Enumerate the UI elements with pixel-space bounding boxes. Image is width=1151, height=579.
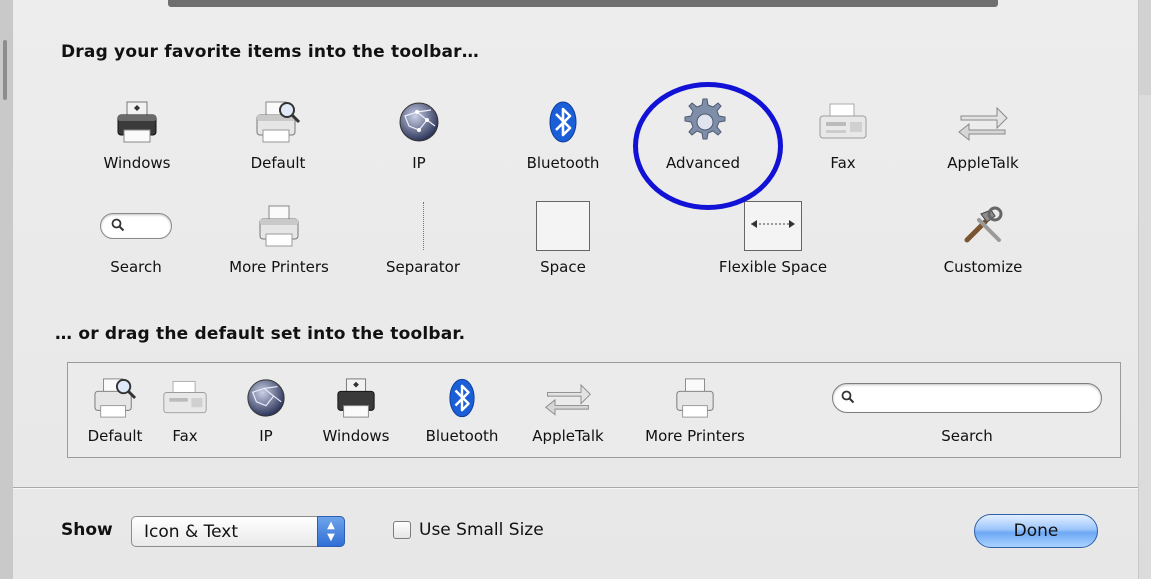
search-field-icon [100,196,172,256]
palette-item-windows[interactable]: Windows [91,92,183,172]
palette-item-label: Separator [385,258,461,276]
search-field-icon [832,373,1102,423]
highlight-circle [633,82,783,210]
default-set-label: Fax [172,427,198,445]
use-small-size-label: Use Small Size [419,520,544,540]
palette-item-fax[interactable]: Fax [808,92,878,172]
default-set-label: AppleTalk [532,427,604,445]
default-set-item-search: Search [832,373,1102,445]
printer-icon [257,196,301,256]
ip-globe-icon [397,92,441,152]
sheet-attachment-bar [168,0,998,7]
default-set-item-default: Default [82,373,148,445]
default-set-item-bluetooth: Bluetooth [414,373,510,445]
palette-item-label: Bluetooth [526,154,600,172]
palette-item-label: Fax [830,154,856,172]
windows-printer-icon [335,373,377,423]
use-small-size-checkbox[interactable] [393,521,411,539]
default-set-item-more-printers: More Printers [630,373,760,445]
palette-item-label: Space [540,258,586,276]
done-button[interactable]: Done [974,514,1098,548]
palette-item-bluetooth[interactable]: Bluetooth [513,92,613,172]
default-printer-icon [254,92,302,152]
default-set-label: Default [87,427,143,445]
tools-icon [961,196,1005,256]
default-set-item-appletalk: AppleTalk [520,373,616,445]
fax-icon [162,373,208,423]
palette-item-appletalk[interactable]: AppleTalk [928,92,1038,172]
default-set-item-ip: IP [240,373,292,445]
appletalk-icon [542,373,594,423]
fax-icon [818,92,868,152]
default-set-label: Search [941,427,993,445]
flexible-space-icon [744,196,802,256]
show-popup-button[interactable]: Icon & Text ▲ ▼ [131,516,345,547]
palette-item-label: AppleTalk [947,154,1019,172]
palette-item-label: Search [110,258,162,276]
printer-icon [674,373,716,423]
palette-heading: Drag your favorite items into the toolba… [61,42,479,62]
windows-printer-icon [115,92,159,152]
palette-item-default[interactable]: Default [233,92,323,172]
palette-item-ip[interactable]: IP [389,92,449,172]
default-toolbar-set[interactable]: Default Fax IP Windows Bluetooth AppleTa… [67,362,1121,458]
appletalk-icon [955,92,1011,152]
palette-item-label: Default [250,154,306,172]
magnifier-icon [841,390,855,404]
palette-item-label: Flexible Space [718,258,828,276]
default-set-item-fax: Fax [162,373,208,445]
palette-item-customize[interactable]: Customize [933,196,1033,276]
show-label: Show [61,520,113,540]
space-icon [536,196,590,256]
default-printer-icon [92,373,138,423]
ip-globe-icon [245,373,287,423]
default-set-label: IP [259,427,273,445]
magnifier-icon [111,218,125,232]
default-set-heading: … or drag the default set into the toolb… [55,324,466,344]
palette-item-more-printers[interactable]: More Printers [215,196,343,276]
use-small-size-control[interactable]: Use Small Size [393,520,544,540]
show-popup-value: Icon & Text [144,522,238,542]
palette-item-label: Windows [103,154,171,172]
customize-toolbar-sheet: Drag your favorite items into the toolba… [12,0,1139,579]
popup-arrows-icon: ▲ ▼ [317,516,345,547]
separator-icon [422,196,424,256]
palette-item-space[interactable]: Space [523,196,603,276]
bluetooth-icon [448,373,476,423]
palette-item-separator[interactable]: Separator [373,196,473,276]
default-set-label: Windows [322,427,390,445]
palette-item-search[interactable]: Search [100,196,172,276]
palette-item-label: IP [412,154,426,172]
palette-item-label: Customize [943,258,1023,276]
default-set-label: More Printers [645,427,745,445]
default-set-item-windows: Windows [312,373,400,445]
default-set-label: Bluetooth [425,427,499,445]
palette-item-label: More Printers [229,258,329,276]
bluetooth-icon [548,92,578,152]
